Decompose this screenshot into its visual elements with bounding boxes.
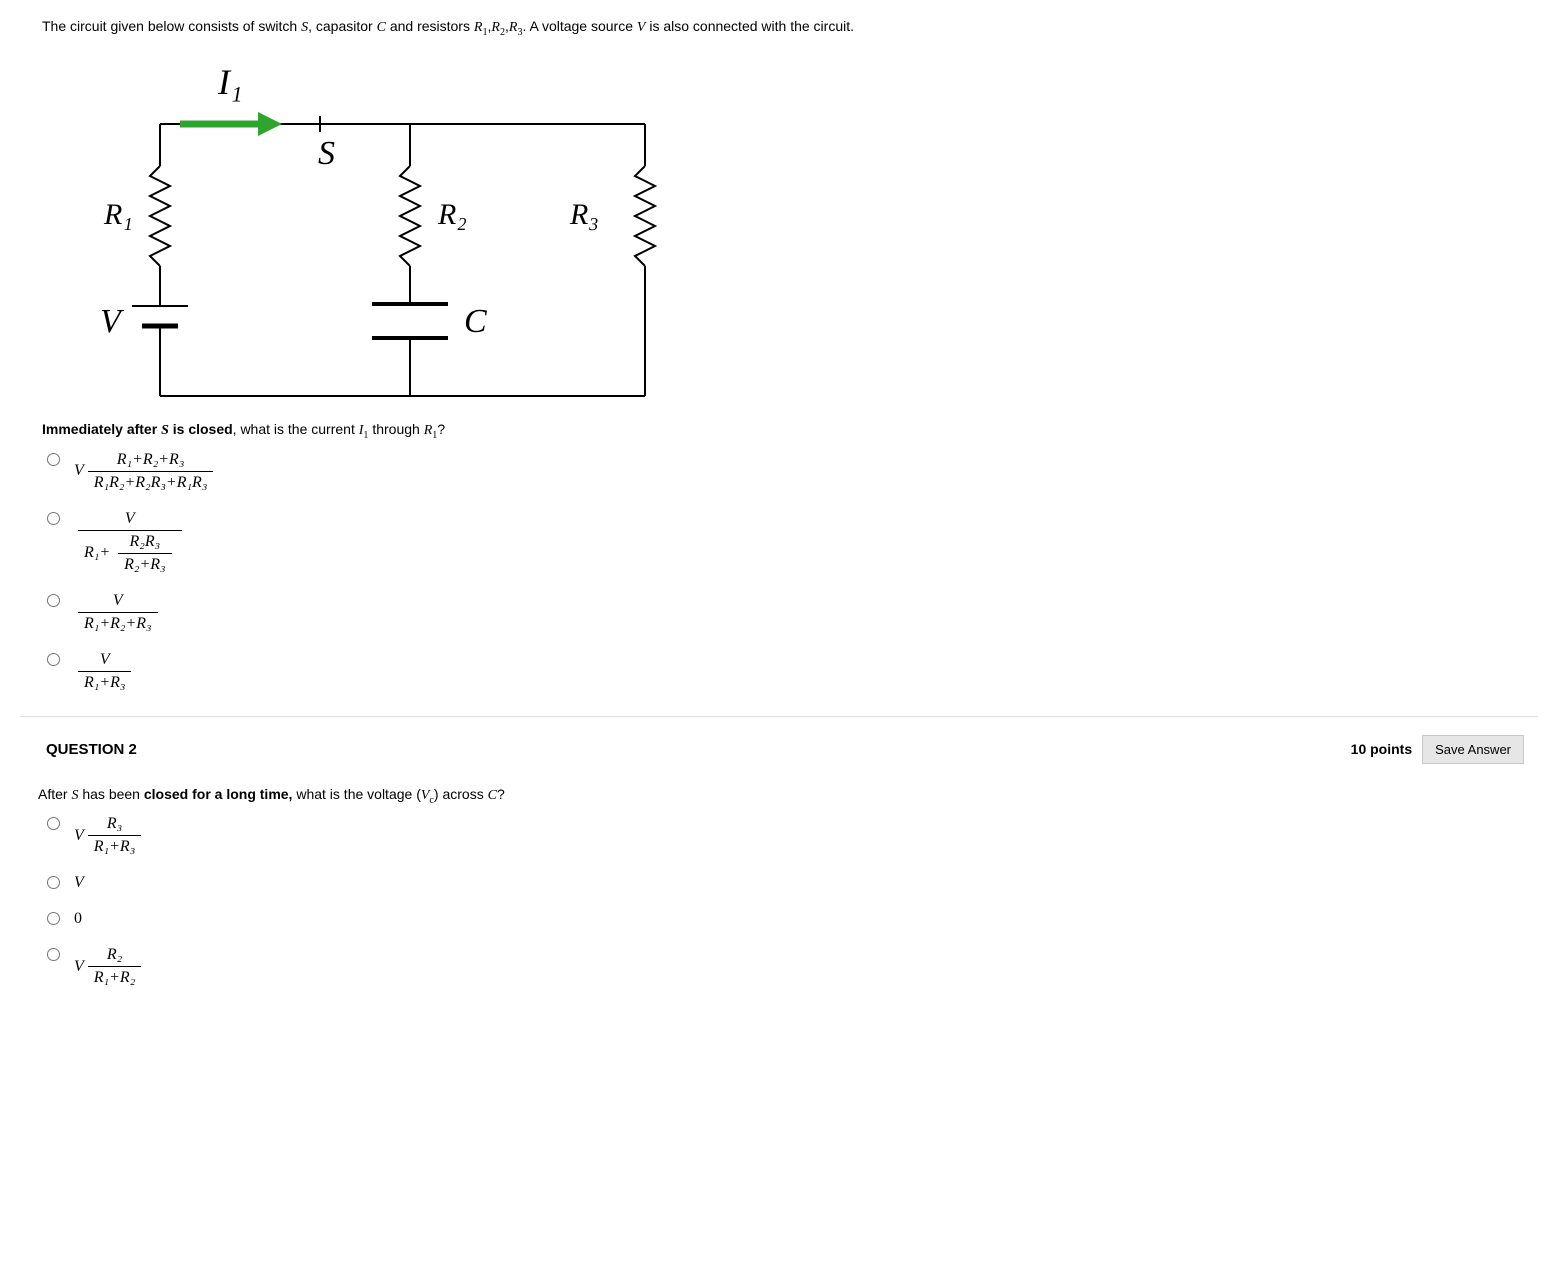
q1-radio-b[interactable]	[47, 512, 60, 525]
q1-option-b: V R₁+ R₂R₃ R₂+R₃	[42, 510, 1538, 574]
q2-option-a: V R₃ R₁+R₃	[42, 815, 1538, 856]
label-C: C	[464, 303, 487, 340]
label-R3: R₃	[569, 198, 599, 231]
q1-option-c: V R₁+R₂+R₃	[42, 592, 1538, 633]
q2-option-c: 0	[42, 910, 1538, 928]
q2-title: QUESTION 2	[46, 741, 137, 758]
q2-option-b: V	[42, 874, 1538, 892]
label-R2: R₂	[437, 198, 467, 231]
q1-option-a: V R₁+R₂+R₃ R₁R₂+R₂R₃+R₁R₃	[42, 451, 1538, 492]
q2-prompt: After S has been closed for a long time,…	[38, 786, 1538, 806]
q2-radio-a[interactable]	[47, 817, 60, 830]
q1-radio-c[interactable]	[47, 594, 60, 607]
intro-text: The circuit given below consists of swit…	[42, 18, 1538, 38]
q1-options: V R₁+R₂+R₃ R₁R₂+R₂R₃+R₁R₃ V R₁+ R₂R₃ R₂+…	[42, 451, 1538, 692]
q1-radio-a[interactable]	[47, 453, 60, 466]
q1-option-d: V R₁+R₃	[42, 651, 1538, 692]
label-S: S	[318, 135, 335, 172]
circuit-diagram: I₁ S R₁ R₂ R₃ V C	[50, 46, 1538, 409]
label-V: V	[100, 303, 125, 340]
q2-header: QUESTION 2 10 points Save Answer	[20, 729, 1538, 780]
q2-radio-b[interactable]	[47, 876, 60, 889]
label-I1: I₁	[217, 62, 243, 102]
q1-prompt: Immediately after S is closed, what is t…	[42, 421, 1538, 441]
q2-points: 10 points	[1351, 741, 1412, 757]
q2-radio-d[interactable]	[47, 948, 60, 961]
save-answer-button[interactable]: Save Answer	[1422, 735, 1524, 764]
label-R1: R₁	[103, 198, 133, 231]
q2-option-d: V R₂ R₁+R₂	[42, 946, 1538, 987]
q2-radio-c[interactable]	[47, 912, 60, 925]
q1-radio-d[interactable]	[47, 653, 60, 666]
q2-options: V R₃ R₁+R₃ V 0 V R₂ R₁+R₂	[42, 815, 1538, 987]
divider	[20, 716, 1538, 717]
